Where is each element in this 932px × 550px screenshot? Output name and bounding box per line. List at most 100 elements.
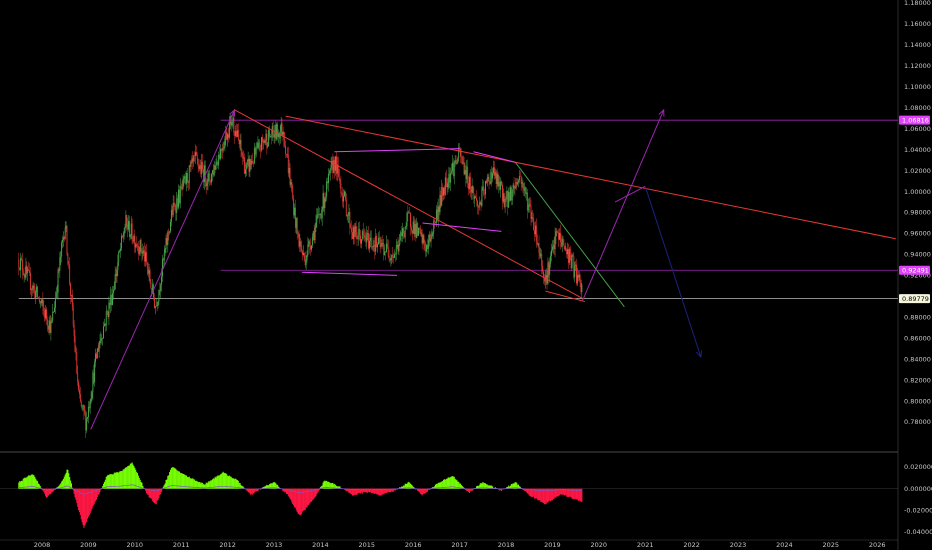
candle-body <box>383 246 385 255</box>
candle-body <box>32 285 34 290</box>
candle-body <box>530 205 532 219</box>
candle-body <box>120 235 122 249</box>
candle-body <box>559 232 560 240</box>
candle-body <box>353 227 355 237</box>
candle-body <box>37 297 39 299</box>
candle-body <box>357 238 359 240</box>
candle-body <box>69 264 71 284</box>
candle-body <box>78 382 80 390</box>
candle-body <box>141 251 143 254</box>
candle-body <box>464 170 466 175</box>
candle-body <box>487 176 489 179</box>
candle-body <box>77 373 79 383</box>
candle-body <box>102 338 104 339</box>
candle-body <box>369 237 371 241</box>
candle-body <box>470 189 472 193</box>
candle-body <box>83 405 85 412</box>
candle-body <box>108 302 110 317</box>
candle-body <box>549 263 551 275</box>
candle-body <box>484 193 486 195</box>
candle-body <box>126 215 128 224</box>
candle-body <box>35 291 37 299</box>
candle-body <box>286 154 287 156</box>
candle-body <box>91 392 93 399</box>
candle-body <box>532 217 534 219</box>
candle-body <box>522 182 524 189</box>
candle-body <box>481 188 483 206</box>
candle-body <box>463 162 465 175</box>
candle-body <box>74 335 76 353</box>
candle-body <box>395 246 397 255</box>
candle-body <box>62 239 63 243</box>
candle-body <box>105 311 107 326</box>
candle-body <box>578 274 580 278</box>
candle-body <box>355 226 357 233</box>
candle-body <box>498 182 500 187</box>
candle-body <box>192 158 194 162</box>
candle-body <box>518 175 520 181</box>
candle-body <box>375 235 377 252</box>
candle-body <box>94 362 96 383</box>
candle-body <box>391 254 393 258</box>
candle-body <box>423 235 425 243</box>
candle-body <box>292 191 294 199</box>
candle-body <box>404 226 406 238</box>
candle-body <box>483 186 485 194</box>
candle-body <box>516 181 518 185</box>
candle-body <box>124 227 126 233</box>
candle-body <box>323 193 325 208</box>
candle-body <box>442 186 444 196</box>
candle-body <box>417 222 419 236</box>
candle-body <box>58 269 60 271</box>
candle-body <box>235 130 237 137</box>
candle-body <box>294 207 296 228</box>
candle-body <box>254 147 256 155</box>
candle-body <box>407 212 409 214</box>
candle-body <box>548 262 550 275</box>
candle-body <box>29 270 30 273</box>
candle-body <box>21 259 23 272</box>
candle-body <box>346 215 348 217</box>
candle-body <box>67 253 69 264</box>
candle-body <box>23 274 25 276</box>
candle-body <box>325 196 327 199</box>
candle-body <box>443 187 444 196</box>
candle-body <box>113 289 115 290</box>
candle-body <box>52 312 54 321</box>
candle-body <box>144 250 146 262</box>
chart-canvas[interactable]: 1.18000 1.16000 1.14000 1.12000 1.10000 1.080… <box>0 0 932 550</box>
candle-body <box>89 402 91 409</box>
candle-body <box>149 270 151 283</box>
candle-body <box>456 163 458 164</box>
candle-body <box>169 231 171 233</box>
candle-body <box>392 254 394 257</box>
candle-body <box>267 146 269 148</box>
candle-body <box>211 170 213 174</box>
time-axis-tick: 2023 <box>730 541 747 549</box>
candle-body <box>493 167 495 176</box>
candle-body <box>424 242 426 248</box>
candle-body <box>228 134 229 138</box>
candle-body <box>474 196 476 200</box>
candle-body <box>536 240 538 245</box>
candle-body <box>285 145 287 155</box>
candle-body <box>59 257 61 271</box>
candle-body <box>527 205 529 211</box>
candle-body <box>174 204 176 210</box>
candle-body <box>539 253 541 257</box>
candle-body <box>219 154 221 159</box>
candle-body <box>60 256 62 258</box>
candle-body <box>390 257 392 261</box>
candle-body <box>259 142 261 151</box>
candle-body <box>471 185 473 193</box>
candle-body <box>490 171 492 184</box>
candle-body <box>85 414 87 431</box>
candle-body <box>26 265 28 274</box>
candle-body <box>419 228 421 234</box>
candle-body <box>157 301 159 306</box>
candle-body <box>579 274 581 280</box>
candle-body <box>445 177 447 184</box>
candle-body <box>501 184 503 202</box>
candle-body <box>243 157 245 159</box>
candle-body <box>551 250 552 256</box>
